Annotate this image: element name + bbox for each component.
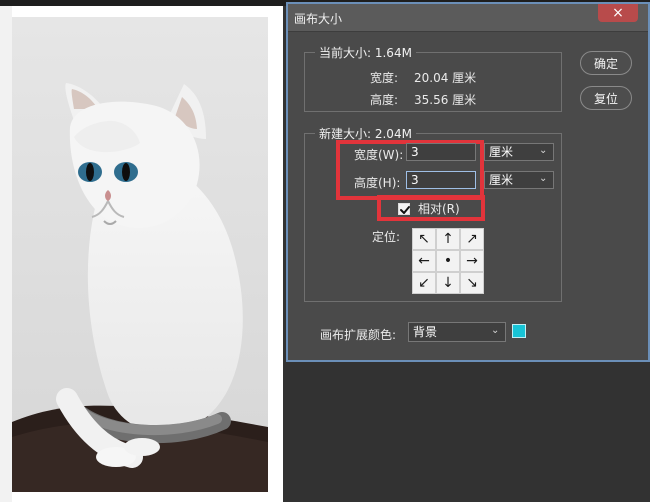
current-size-legend: 当前大小: 1.64M	[315, 44, 416, 61]
current-width-label: 宽度:	[370, 71, 399, 85]
new-width-unit-value: 厘米	[489, 145, 514, 159]
current-height-value: 35.56 厘米	[414, 93, 477, 107]
dialog-title: 画布大小	[294, 12, 343, 26]
cat-photo	[12, 17, 268, 492]
ok-button[interactable]: 确定	[580, 51, 632, 75]
checkbox-icon	[400, 206, 410, 214]
arrow-down-right-icon[interactable]: ↘	[460, 272, 484, 294]
anchor-grid[interactable]: ↖ ↑ ↗ ← • → ↙ ↓ ↘	[412, 228, 484, 294]
canvas-image	[12, 17, 268, 492]
canvas-extension-swatch[interactable]	[512, 324, 526, 338]
dialog-titlebar: 画布大小 ×	[288, 4, 648, 32]
new-height-label: 高度(H):	[354, 176, 401, 190]
canvas-extension-select[interactable]: 背景 ⌄	[408, 322, 506, 342]
relative-label: 相对(R)	[418, 202, 460, 216]
new-height-input[interactable]: 3	[406, 171, 476, 189]
canvas-extension-label: 画布扩展颜色:	[320, 328, 397, 342]
chevron-down-icon: ⌄	[539, 145, 548, 156]
new-width-label: 宽度(W):	[354, 148, 404, 162]
arrow-up-right-icon[interactable]: ↗	[460, 228, 484, 250]
chevron-down-icon: ⌄	[539, 173, 548, 184]
close-icon: ×	[612, 5, 624, 21]
workspace-margin	[0, 6, 12, 502]
arrow-down-icon[interactable]: ↓	[436, 272, 460, 294]
new-width-unit-select[interactable]: 厘米 ⌄	[484, 143, 554, 161]
new-height-unit-select[interactable]: 厘米 ⌄	[484, 171, 554, 189]
anchor-label: 定位:	[372, 230, 401, 244]
canvas-size-dialog: 画布大小 × 确定 复位 当前大小: 1.64M 宽度: 20.04 厘米 高度…	[286, 2, 650, 362]
arrow-left-icon[interactable]: ←	[412, 250, 436, 272]
relative-checkbox[interactable]	[398, 203, 410, 215]
close-button[interactable]: ×	[598, 4, 638, 22]
anchor-center-dot-icon[interactable]: •	[436, 250, 460, 272]
current-width-value: 20.04 厘米	[414, 71, 477, 85]
arrow-right-icon[interactable]: →	[460, 250, 484, 272]
current-height-label: 高度:	[370, 93, 399, 107]
arrow-up-left-icon[interactable]: ↖	[412, 228, 436, 250]
arrow-down-left-icon[interactable]: ↙	[412, 272, 436, 294]
new-width-input[interactable]: 3	[406, 143, 476, 161]
new-height-unit-value: 厘米	[489, 173, 514, 187]
chevron-down-icon: ⌄	[491, 325, 500, 336]
reset-button[interactable]: 复位	[580, 86, 632, 110]
arrow-up-icon[interactable]: ↑	[436, 228, 460, 250]
canvas-extension-value: 背景	[413, 325, 438, 339]
